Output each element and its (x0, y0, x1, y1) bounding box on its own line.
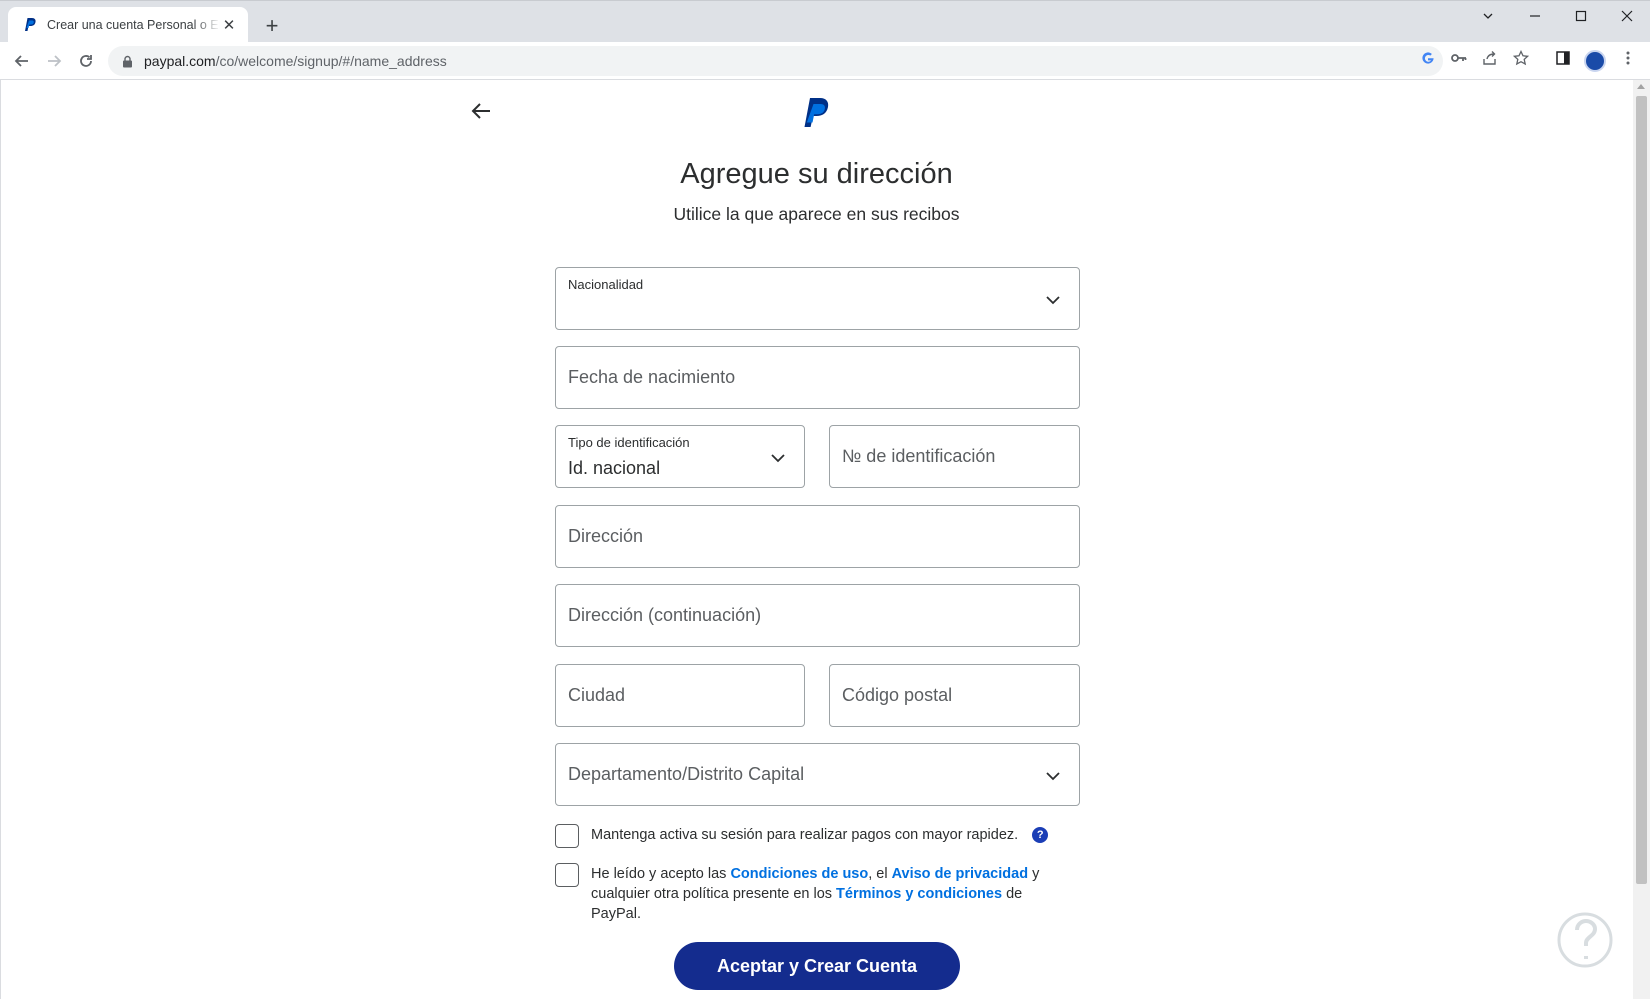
page-subtitle: Utilice la que aparece en sus recibos (673, 204, 960, 224)
privacy-notice-link[interactable]: Aviso de privacidad (892, 866, 1028, 882)
id-type-select[interactable]: Tipo de identificación Id. nacional (555, 425, 805, 488)
google-lens-icon[interactable] (1419, 49, 1437, 67)
terms-text-2: , el (868, 866, 892, 882)
address-bar[interactable]: paypal.com/co/welcome/signup/#/name_addr… (108, 46, 1443, 76)
side-panel-icon[interactable] (1554, 49, 1572, 67)
scroll-thumb[interactable] (1636, 96, 1647, 884)
city-field[interactable]: Ciudad (555, 664, 805, 727)
browser-menu-icon[interactable] (1619, 49, 1637, 67)
tab-title: Crear una cuenta Personal o Empresa (47, 18, 220, 32)
department-placeholder: Departamento/Distrito Capital (568, 764, 805, 784)
page-scrollbar[interactable] (1633, 80, 1650, 999)
url-path: /co/welcome/signup/#/name_address (215, 53, 447, 69)
browser-toolbar: paypal.com/co/welcome/signup/#/name_addr… (0, 42, 1650, 80)
address-placeholder: Dirección (568, 526, 644, 546)
terms-of-use-link[interactable]: Condiciones de uso (730, 866, 868, 882)
page-title: Agregue su dirección (680, 158, 953, 190)
chevron-down-icon (1045, 292, 1061, 308)
watermark-logo-icon (1550, 900, 1620, 990)
reload-icon[interactable] (72, 47, 100, 75)
address2-placeholder: Dirección (continuación) (568, 605, 762, 625)
address2-field[interactable]: Dirección (continuación) (555, 584, 1080, 647)
address-field[interactable]: Dirección (555, 505, 1080, 568)
back-arrow-icon[interactable] (470, 100, 494, 124)
terms-and-conditions-link[interactable]: Términos y condiciones (836, 886, 1002, 902)
stay-logged-in-label: Mantenga activa su sesión para realizar … (591, 827, 1019, 843)
new-tab-button[interactable]: + (258, 12, 286, 40)
terms-text: He leído y acepto las Condiciones de uso… (591, 863, 1061, 924)
tab-close-icon[interactable]: ✕ (220, 16, 238, 34)
browser-tab-strip: Crear una cuenta Personal o Empresa ✕ + (0, 0, 1650, 43)
help-icon[interactable]: ? (1032, 827, 1049, 844)
share-icon[interactable] (1481, 49, 1499, 67)
city-placeholder: Ciudad (568, 685, 626, 705)
paypal-logo-icon (802, 98, 830, 130)
department-select[interactable]: Departamento/Distrito Capital (555, 743, 1080, 806)
stay-logged-in-checkbox[interactable] (555, 824, 579, 848)
maximize-icon[interactable] (1558, 1, 1604, 31)
browser-back-icon[interactable] (8, 47, 36, 75)
terms-text-1: He leído y acepto las (591, 866, 731, 882)
url-host: paypal.com (144, 53, 216, 69)
scroll-up-arrow-icon[interactable] (1637, 84, 1645, 89)
stay-logged-in-row: Mantenga activa su sesión para realizar … (555, 824, 1049, 848)
browser-tab[interactable]: Crear una cuenta Personal o Empresa ✕ (8, 7, 248, 43)
lock-icon[interactable] (120, 54, 134, 68)
chevron-down-icon (1045, 768, 1061, 784)
nationality-select[interactable]: Nacionalidad (555, 267, 1080, 330)
postal-code-field[interactable]: Código postal (829, 664, 1080, 727)
id-type-label: Tipo de identificación (568, 435, 690, 450)
terms-row: He leído y acepto las Condiciones de uso… (555, 863, 1061, 924)
profile-avatar[interactable] (1584, 50, 1606, 72)
stay-logged-in-text: Mantenga activa su sesión para realizar … (591, 824, 1049, 845)
browser-forward-icon[interactable] (40, 47, 68, 75)
tab-search-chevron-icon[interactable] (1465, 1, 1511, 31)
terms-checkbox[interactable] (555, 863, 579, 887)
paypal-favicon-icon (22, 17, 38, 33)
id-number-placeholder: № de identificación (842, 446, 996, 466)
birthdate-placeholder: Fecha de nacimiento (568, 367, 736, 387)
nationality-label: Nacionalidad (568, 277, 644, 292)
id-number-field[interactable]: № de identificación (829, 425, 1080, 488)
url-text: paypal.com/co/welcome/signup/#/name_addr… (144, 53, 447, 69)
close-window-icon[interactable] (1604, 1, 1650, 31)
postal-code-placeholder: Código postal (842, 685, 953, 705)
chevron-down-icon (770, 450, 786, 466)
password-key-icon[interactable] (1450, 49, 1468, 67)
accept-create-account-button[interactable]: Aceptar y Crear Cuenta (674, 942, 960, 990)
birthdate-field[interactable]: Fecha de nacimiento (555, 346, 1080, 409)
minimize-icon[interactable] (1512, 1, 1558, 31)
bookmark-star-icon[interactable] (1512, 49, 1530, 67)
id-type-value: Id. nacional (568, 458, 661, 478)
